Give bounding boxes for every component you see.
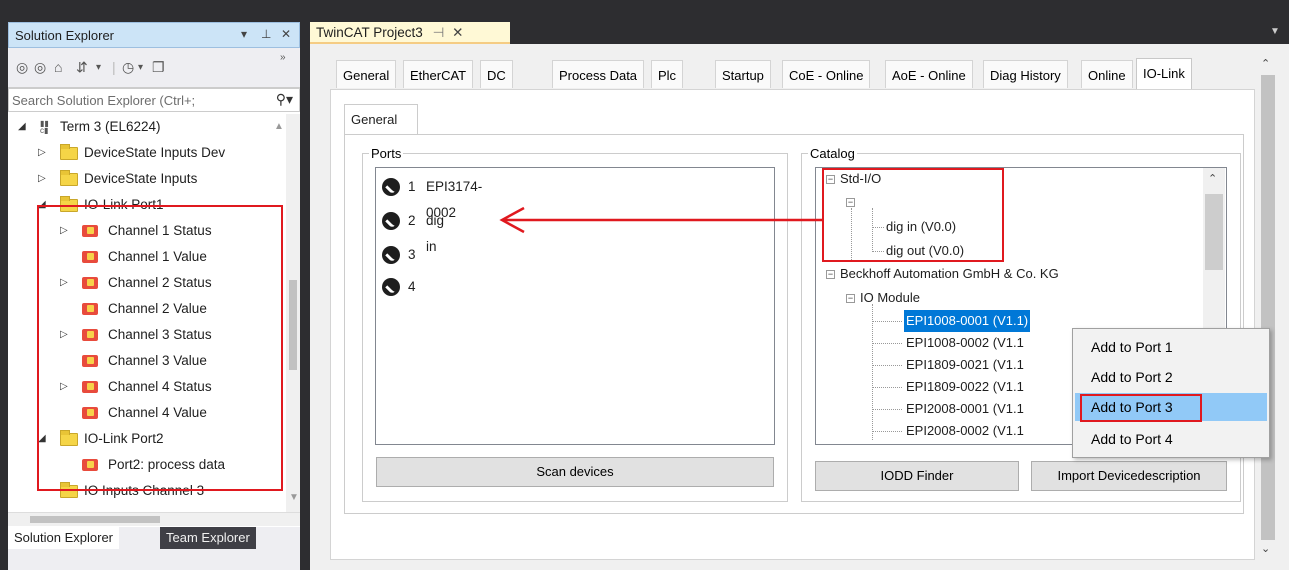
terminal-icon: ▮▮ c▮ xyxy=(40,119,49,135)
expand-icon[interactable]: ▷ xyxy=(38,140,46,166)
tab-general[interactable]: General xyxy=(336,60,397,88)
catalog-device-item[interactable]: EPI1008-0001 (V1.1) xyxy=(904,310,1031,332)
import-devicedescription-button[interactable]: Import Devicedescription xyxy=(1031,461,1227,491)
ports-legend: Ports xyxy=(371,146,402,161)
close-icon[interactable]: ✕ xyxy=(452,25,463,40)
scrollbar-thumb[interactable] xyxy=(289,280,297,370)
home-icon[interactable]: ⌂ xyxy=(54,59,62,75)
tab-io-link[interactable]: IO-Link xyxy=(1136,58,1192,90)
catalog-device-item[interactable]: EPI1809-0021 (V1.1 xyxy=(906,354,1024,376)
back-icon[interactable]: ◎ xyxy=(16,59,28,76)
collapse-icon[interactable]: − xyxy=(846,294,855,303)
close-icon[interactable]: ✕ xyxy=(281,27,291,41)
menu-item-add-to-port-2[interactable]: Add to Port 2 xyxy=(1075,363,1267,391)
chevron-down-icon[interactable]: ▾ xyxy=(96,62,101,73)
solution-explorer-titlebar: Solution Explorer ▾ ⊥ ✕ xyxy=(8,22,300,48)
tree-connector xyxy=(872,343,902,344)
catalog-node-vendor[interactable]: Beckhoff Automation GmbH & Co. KG xyxy=(840,263,1059,285)
catalog-node-io-module[interactable]: IO Module xyxy=(860,287,920,309)
tab-dc[interactable]: DC xyxy=(480,60,513,88)
scan-devices-button[interactable]: Scan devices xyxy=(376,457,774,487)
chevron-down-icon[interactable]: ▾ xyxy=(138,62,143,73)
search-icon[interactable]: ⚲▾ xyxy=(276,91,293,108)
tab-diag-history[interactable]: Diag History xyxy=(983,60,1068,88)
tree-connector xyxy=(872,409,902,410)
annotation-highlight xyxy=(1080,394,1202,422)
tree-connector xyxy=(872,431,902,432)
document-tab[interactable]: TwinCAT Project3 ⊣ ✕ xyxy=(310,22,510,44)
pages-icon[interactable]: ❐ xyxy=(152,59,165,76)
tab-process-data[interactable]: Process Data xyxy=(552,60,645,88)
pin-icon[interactable]: ⊣ xyxy=(433,25,445,40)
iolink-port-icon xyxy=(382,278,400,296)
catalog-device-item[interactable]: EPI1008-0002 (V1.1 xyxy=(906,332,1024,354)
annotation-highlight xyxy=(37,205,283,491)
tab-plc[interactable]: Plc xyxy=(651,60,684,88)
catalog-device-item[interactable]: EPI1809-0022 (V1.1 xyxy=(906,376,1024,398)
menu-item-add-to-port-1[interactable]: Add to Port 1 xyxy=(1075,333,1267,361)
tree-connector xyxy=(872,365,902,366)
separator: | xyxy=(112,59,116,75)
dropdown-icon[interactable]: ▾ xyxy=(241,27,247,41)
tree-connector xyxy=(872,304,873,440)
scrollbar-thumb[interactable] xyxy=(1261,75,1275,540)
tree-connector xyxy=(872,321,902,322)
tab-coe-online[interactable]: CoE - Online xyxy=(782,60,871,88)
collapse-icon[interactable]: − xyxy=(826,270,835,279)
tree-item-term3[interactable]: ◢ ▮▮ c▮ Term 3 (EL6224) ▲ xyxy=(8,114,286,140)
iolink-port-icon xyxy=(382,246,400,264)
iolink-port-icon xyxy=(382,178,400,196)
menu-item-add-to-port-4[interactable]: Add to Port 4 xyxy=(1075,425,1267,453)
tab-team-explorer[interactable]: Team Explorer xyxy=(160,527,256,549)
scroll-up-icon[interactable]: ⌃ xyxy=(1261,57,1270,70)
catalog-device-item[interactable]: EPI2008-0001 (V1.1 xyxy=(906,398,1024,420)
scroll-up-icon[interactable]: ⌃ xyxy=(1208,172,1217,185)
catalog-legend: Catalog xyxy=(810,146,855,161)
tab-startup[interactable]: Startup xyxy=(715,60,771,88)
search-input[interactable]: Search Solution Explorer (Ctrl+; ⚲▾ xyxy=(8,88,300,112)
sync-icon[interactable]: ⇵ xyxy=(76,59,88,76)
tab-ethercat[interactable]: EtherCAT xyxy=(403,60,474,88)
tab-list-dropdown-icon[interactable]: ▼ xyxy=(1270,26,1280,37)
overflow-icon[interactable]: » xyxy=(280,52,286,63)
scroll-down-icon[interactable]: ▼ xyxy=(289,492,299,503)
scrollbar-thumb[interactable] xyxy=(30,516,160,523)
folder-icon xyxy=(60,144,78,160)
forward-icon[interactable]: ◎ xyxy=(34,59,46,76)
iolink-port-icon xyxy=(382,212,400,230)
tab-solution-explorer[interactable]: Solution Explorer xyxy=(8,527,119,549)
iodd-finder-button[interactable]: IODD Finder xyxy=(815,461,1019,491)
tree-connector xyxy=(872,387,902,388)
annotation-arrow xyxy=(499,206,823,234)
pin-icon[interactable]: ⊥ xyxy=(261,27,271,41)
solution-explorer-toolbar: ◎ ◎ ⌂ ⇵ ▾ | ◷ ▾ ❐ » xyxy=(8,48,300,88)
history-icon[interactable]: ◷ xyxy=(122,59,134,76)
context-menu: Add to Port 1 Add to Port 2 Add to Port … xyxy=(1072,328,1270,458)
explorer-bottom-tabs: Solution Explorer Team Explorer xyxy=(8,527,300,570)
scroll-up-icon[interactable]: ▲ xyxy=(274,114,284,140)
scroll-down-icon[interactable]: ⌄ xyxy=(1261,542,1270,555)
scrollbar-thumb[interactable] xyxy=(1205,194,1223,270)
subtab-general[interactable]: General xyxy=(344,104,418,134)
folder-icon xyxy=(60,170,78,186)
tab-aoe-online[interactable]: AoE - Online xyxy=(885,60,973,88)
annotation-highlight xyxy=(822,168,1004,262)
panel-title: Solution Explorer xyxy=(15,28,114,43)
collapse-icon[interactable]: ◢ xyxy=(18,114,26,140)
catalog-device-item[interactable]: EPI2008-0002 (V1.1 xyxy=(906,420,1024,442)
expand-icon[interactable]: ▷ xyxy=(38,166,46,192)
tab-online[interactable]: Online xyxy=(1081,60,1133,88)
